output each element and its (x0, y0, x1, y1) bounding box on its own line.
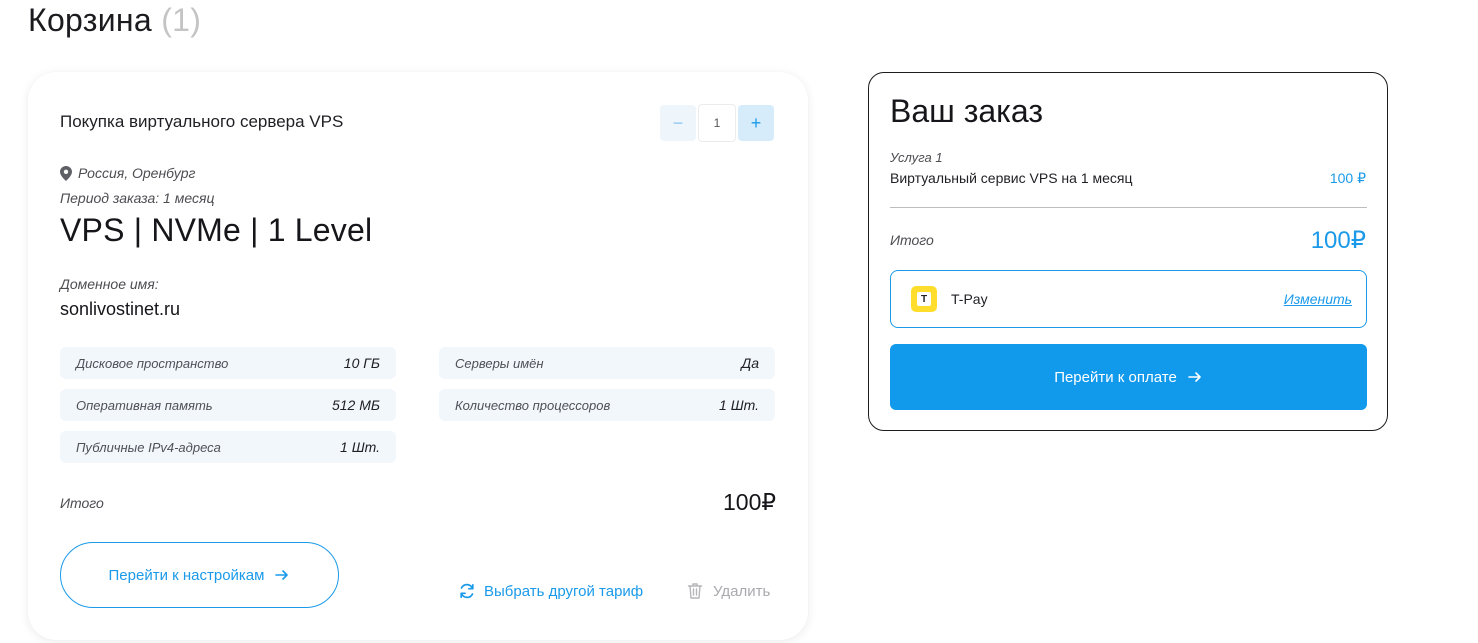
order-title: Ваш заказ (890, 93, 1043, 129)
spec-value: 10 ГБ (343, 355, 380, 371)
service-price: 100 ₽ (1329, 170, 1366, 186)
delete-button[interactable]: Удалить (687, 582, 770, 600)
order-total-label: Итого (890, 232, 934, 248)
pay-button-label: Перейти к оплате (1054, 368, 1177, 386)
refresh-icon (460, 583, 474, 599)
go-to-settings-button[interactable]: Перейти к настройкам (60, 542, 339, 608)
payment-method-selector: T T-Pay Изменить (890, 270, 1367, 328)
quantity-decrease-button[interactable]: − (660, 105, 696, 141)
change-tariff-link[interactable]: Выбрать другой тариф (458, 582, 643, 600)
spec-ipv4: Публичные IPv4-адреса 1 Шт. (60, 431, 396, 463)
item-total-label: Итого (60, 495, 104, 511)
arrow-right-icon (275, 570, 289, 580)
delete-label: Удалить (713, 582, 771, 600)
spec-label: Серверы имён (455, 355, 544, 371)
domain-value: sonlivostinet.ru (60, 299, 181, 319)
location-text: Россия, Оренбург (78, 165, 196, 181)
settings-button-label: Перейти к настройкам (108, 566, 265, 584)
spec-value: 1 Шт. (719, 397, 759, 413)
divider (890, 207, 1367, 208)
change-payment-link[interactable]: Изменить (1284, 291, 1352, 307)
quantity-input[interactable]: 1 (698, 104, 736, 142)
order-period: Период заказа: 1 месяц (60, 190, 215, 206)
spec-disk: Дисковое пространство 10 ГБ (60, 347, 396, 379)
spec-cpu: Количество процессоров 1 Шт. (439, 389, 775, 421)
spec-nameservers: Серверы имён Да (439, 347, 775, 379)
product-name: Покупка виртуального сервера VPS (60, 112, 344, 131)
tpay-logo-letter: T (917, 292, 931, 306)
spec-value: Да (741, 355, 759, 371)
item-total-value: 100₽ (722, 489, 776, 515)
page-title: Корзина (1) (28, 2, 201, 39)
plan-name: VPS | NVMe | 1 Level (60, 212, 373, 248)
order-total-value: 100₽ (1310, 227, 1366, 254)
service-label: Услуга 1 (890, 150, 943, 165)
service-name: Виртуальный сервис VPS на 1 месяц (890, 170, 1133, 186)
spec-value: 1 Шт. (340, 439, 380, 455)
cart-count: (1) (161, 2, 202, 38)
spec-label: Оперативная память (76, 397, 213, 413)
spec-label: Дисковое пространство (76, 355, 229, 371)
cart-item-card: Покупка виртуального сервера VPS − 1 + Р… (28, 72, 808, 640)
spec-label: Публичные IPv4-адреса (76, 439, 221, 455)
quantity-increase-button[interactable]: + (738, 105, 774, 141)
tpay-logo-icon: T (911, 286, 937, 312)
location: Россия, Оренбург (60, 165, 195, 181)
spec-value: 512 МБ (331, 397, 380, 413)
trash-icon (687, 583, 703, 599)
payment-method-name: T-Pay (951, 291, 988, 307)
location-pin-icon (60, 165, 72, 181)
quantity-stepper: − 1 + (660, 104, 774, 142)
change-tariff-label: Выбрать другой тариф (484, 582, 644, 600)
spec-ram: Оперативная память 512 МБ (60, 389, 396, 421)
proceed-to-payment-button[interactable]: Перейти к оплате (890, 344, 1367, 410)
order-summary-card: Ваш заказ Услуга 1 Виртуальный сервис VP… (868, 72, 1388, 431)
spec-label: Количество процессоров (455, 397, 611, 413)
page-title-text: Корзина (28, 2, 152, 38)
domain-label: Доменное имя: (60, 276, 159, 292)
arrow-right-icon (1187, 372, 1201, 382)
